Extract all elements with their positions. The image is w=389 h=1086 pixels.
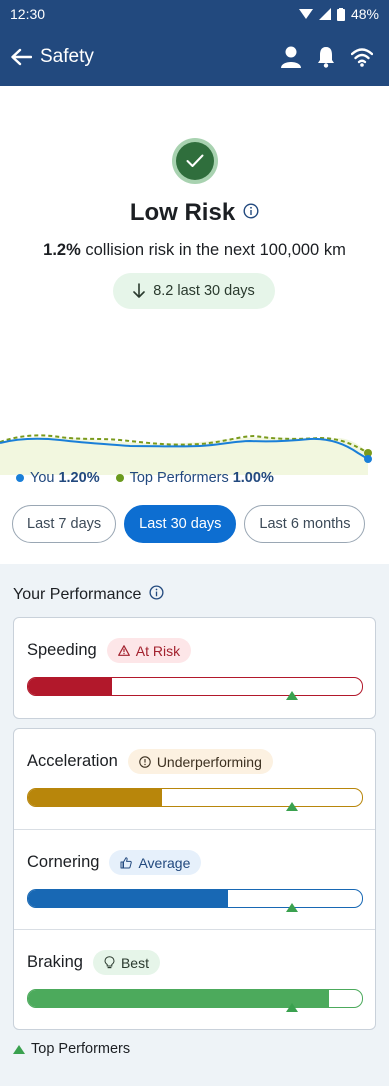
metric-braking[interactable]: Braking Best xyxy=(14,929,375,1029)
triangle-icon xyxy=(13,1044,25,1054)
trend-text: 8.2 last 30 days xyxy=(153,283,255,299)
info-icon xyxy=(243,202,259,219)
performance-info-button[interactable] xyxy=(149,585,164,605)
info-icon xyxy=(149,585,164,600)
progress-bar xyxy=(27,989,363,1008)
wifi-signal-icon xyxy=(298,9,313,19)
status-badge: Average xyxy=(109,850,202,875)
legend-you: You 1.20% xyxy=(16,470,100,486)
progress-bar xyxy=(27,889,363,908)
metric-acceleration[interactable]: Acceleration Underperforming xyxy=(14,729,375,829)
performance-header: Your Performance xyxy=(13,585,164,605)
checkmark-icon xyxy=(186,154,204,167)
risk-level-title: Low Risk xyxy=(129,199,236,226)
status-bar: 12:30 48% xyxy=(0,0,389,28)
top-performers-marker xyxy=(286,691,298,700)
status-badge: At Risk xyxy=(106,638,192,663)
tab-last-7-days[interactable]: Last 7 days xyxy=(12,505,117,543)
speeding-card[interactable]: Speeding At Risk xyxy=(13,617,376,719)
status-badge: Underperforming xyxy=(127,749,273,774)
legend-top-performers: Top Performers 1.00% xyxy=(115,470,274,486)
connection-button[interactable] xyxy=(351,47,373,67)
tab-last-6-months[interactable]: Last 6 months xyxy=(244,505,366,543)
trend-pill: 8.2 last 30 days xyxy=(113,273,275,309)
wifi-icon xyxy=(351,48,373,67)
top-performers-legend: Top Performers xyxy=(13,1041,130,1057)
top-performers-marker xyxy=(286,903,298,912)
top-performers-marker xyxy=(286,1003,298,1012)
collision-risk-text: 1.2% collision risk in the next 100,000 … xyxy=(43,241,346,259)
risk-trend-chart xyxy=(0,434,372,475)
thumbs-up-icon xyxy=(120,856,133,868)
warning-icon xyxy=(117,645,130,656)
metric-name: Cornering xyxy=(27,853,100,871)
metric-speeding: Speeding At Risk xyxy=(14,618,375,718)
page-title: Safety xyxy=(40,46,94,67)
risk-info-button[interactable] xyxy=(243,202,259,224)
back-button[interactable] xyxy=(2,28,40,86)
metric-cornering[interactable]: Cornering Average xyxy=(14,829,375,929)
profile-button[interactable] xyxy=(281,46,301,68)
risk-status-badge xyxy=(172,138,218,184)
info-circle-icon xyxy=(139,755,151,768)
app-bar: Safety xyxy=(0,28,389,86)
status-badge: Best xyxy=(92,950,160,975)
metric-name: Acceleration xyxy=(27,752,118,770)
performance-title: Your Performance xyxy=(13,586,142,603)
cell-signal-icon xyxy=(318,8,331,20)
metrics-card: Acceleration Underperforming Cornering A… xyxy=(13,728,376,1030)
battery-level: 48% xyxy=(350,6,379,22)
lightbulb-icon xyxy=(104,956,115,969)
chart-legend: You 1.20% Top Performers 1.00% xyxy=(16,470,290,486)
notifications-button[interactable] xyxy=(317,46,335,68)
top-performers-marker xyxy=(286,802,298,811)
you-endpoint xyxy=(364,455,372,463)
progress-bar xyxy=(27,677,363,696)
person-icon xyxy=(281,46,301,68)
bell-icon xyxy=(318,47,334,68)
progress-bar xyxy=(27,788,363,807)
status-time: 12:30 xyxy=(10,6,46,22)
battery-icon xyxy=(336,7,345,21)
date-range-tabs: Last 7 days Last 30 days Last 6 months xyxy=(12,505,366,543)
metric-name: Speeding xyxy=(27,641,97,659)
arrow-left-icon xyxy=(11,48,32,66)
metric-name: Braking xyxy=(27,953,83,971)
tab-last-30-days[interactable]: Last 30 days xyxy=(124,505,237,543)
arrow-down-icon xyxy=(133,283,146,298)
collision-risk-value: 1.2% xyxy=(43,241,81,259)
